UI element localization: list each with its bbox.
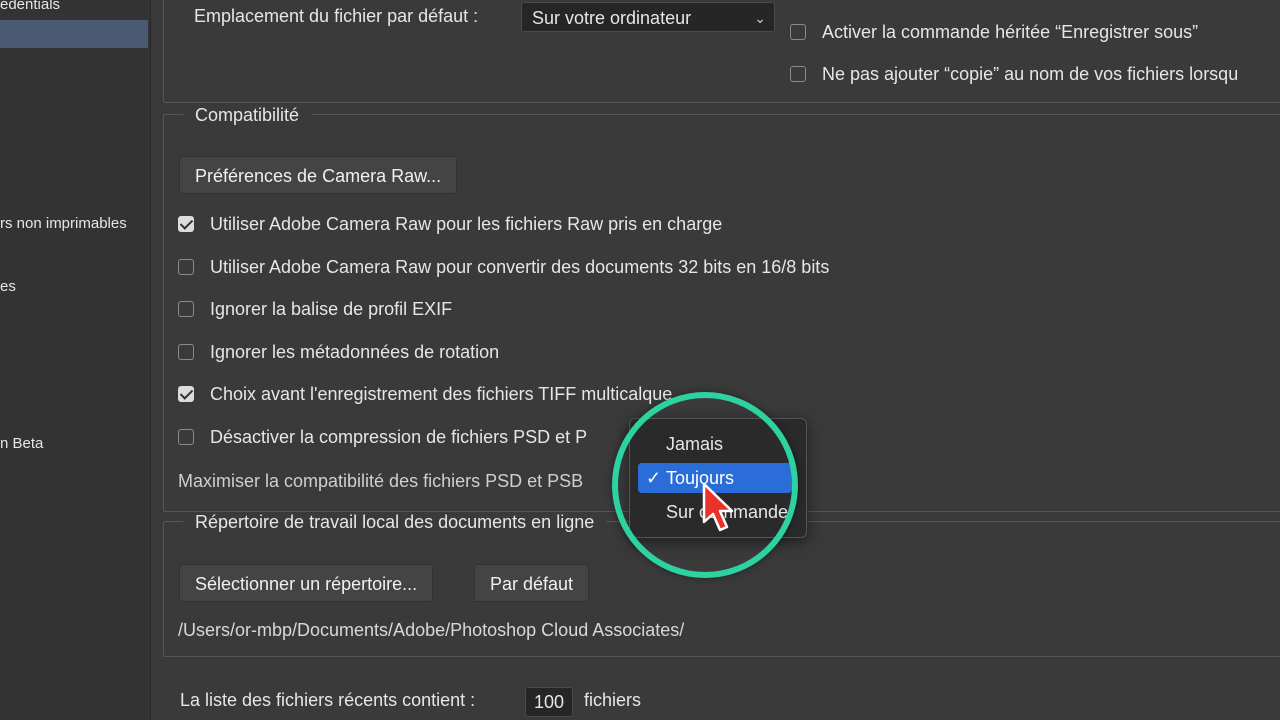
sidebar-item-beta[interactable]: n Beta bbox=[0, 435, 43, 452]
option-label: Ignorer la balise de profil EXIF bbox=[210, 299, 453, 319]
preferences-sidebar: edentials rs non imprimables es n Beta bbox=[0, 0, 151, 720]
option-ignore-exif[interactable]: Ignorer la balise de profil EXIF bbox=[178, 299, 452, 320]
work-directory-legend: Répertoire de travail local des document… bbox=[183, 512, 607, 533]
no-copy-label: Ne pas ajouter “copie” au nom de vos fic… bbox=[822, 64, 1239, 84]
camera-raw-files-checkbox[interactable] bbox=[178, 216, 194, 232]
sidebar-item-guides[interactable]: rs non imprimables bbox=[0, 215, 127, 232]
ignore-exif-checkbox[interactable] bbox=[178, 301, 194, 317]
no-copy-checkbox[interactable] bbox=[790, 66, 806, 82]
option-label: Ignorer les métadonnées de rotation bbox=[210, 342, 500, 362]
select-directory-button[interactable]: Sélectionner un répertoire... bbox=[179, 564, 434, 602]
compatibility-legend: Compatibilité bbox=[183, 105, 312, 126]
option-label: Désactiver la compression de fichiers PS… bbox=[210, 427, 588, 447]
option-ignore-rotation[interactable]: Ignorer les métadonnées de rotation bbox=[178, 342, 499, 363]
recent-files-count-input[interactable]: 100 bbox=[525, 687, 573, 717]
file-location-value: Sur votre ordinateur bbox=[532, 8, 692, 28]
recent-files-suffix: fichiers bbox=[584, 690, 642, 710]
sidebar-item-credentials[interactable]: edentials bbox=[0, 0, 60, 13]
option-disable-compression[interactable]: Désactiver la compression de fichiers PS… bbox=[178, 427, 587, 448]
legacy-save-as-label: Activer la commande héritée “Enregistrer… bbox=[822, 22, 1199, 42]
sidebar-item-selected[interactable] bbox=[0, 20, 148, 48]
sidebar-item-plugins[interactable]: es bbox=[0, 278, 16, 295]
option-label: Choix avant l'enregistrement des fichier… bbox=[210, 384, 673, 404]
file-location-label: Emplacement du fichier par défaut : bbox=[194, 6, 479, 26]
recent-files-label: La liste des fichiers récents contient : bbox=[180, 690, 476, 710]
option-tiff-layers[interactable]: Choix avant l'enregistrement des fichier… bbox=[178, 384, 672, 405]
chevron-up-down-icon: ⌄ bbox=[754, 10, 766, 26]
file-location-select[interactable]: Sur votre ordinateur ⌄ bbox=[521, 2, 775, 32]
tiff-layers-checkbox[interactable] bbox=[178, 386, 194, 402]
option-camera-raw-32bit[interactable]: Utiliser Adobe Camera Raw pour convertir… bbox=[178, 257, 829, 278]
disable-compression-checkbox[interactable] bbox=[178, 429, 194, 445]
no-copy-option[interactable]: Ne pas ajouter “copie” au nom de vos fic… bbox=[790, 64, 1238, 85]
pointer-hand-icon bbox=[702, 482, 734, 532]
option-camera-raw-files[interactable]: Utiliser Adobe Camera Raw pour les fichi… bbox=[178, 214, 722, 235]
default-directory-button[interactable]: Par défaut bbox=[474, 564, 590, 602]
option-label: Utiliser Adobe Camera Raw pour les fichi… bbox=[210, 214, 723, 234]
legacy-save-as-option[interactable]: Activer la commande héritée “Enregistrer… bbox=[790, 22, 1198, 43]
work-directory-path: /Users/or-mbp/Documents/Adobe/Photoshop … bbox=[178, 620, 685, 640]
legacy-save-as-checkbox[interactable] bbox=[790, 24, 806, 40]
camera-raw-32bit-checkbox[interactable] bbox=[178, 259, 194, 275]
ignore-rotation-checkbox[interactable] bbox=[178, 344, 194, 360]
option-label: Utiliser Adobe Camera Raw pour convertir… bbox=[210, 257, 830, 277]
camera-raw-preferences-button[interactable]: Préférences de Camera Raw... bbox=[179, 156, 458, 194]
maximize-compatibility-label: Maximiser la compatibilité des fichiers … bbox=[178, 471, 584, 491]
